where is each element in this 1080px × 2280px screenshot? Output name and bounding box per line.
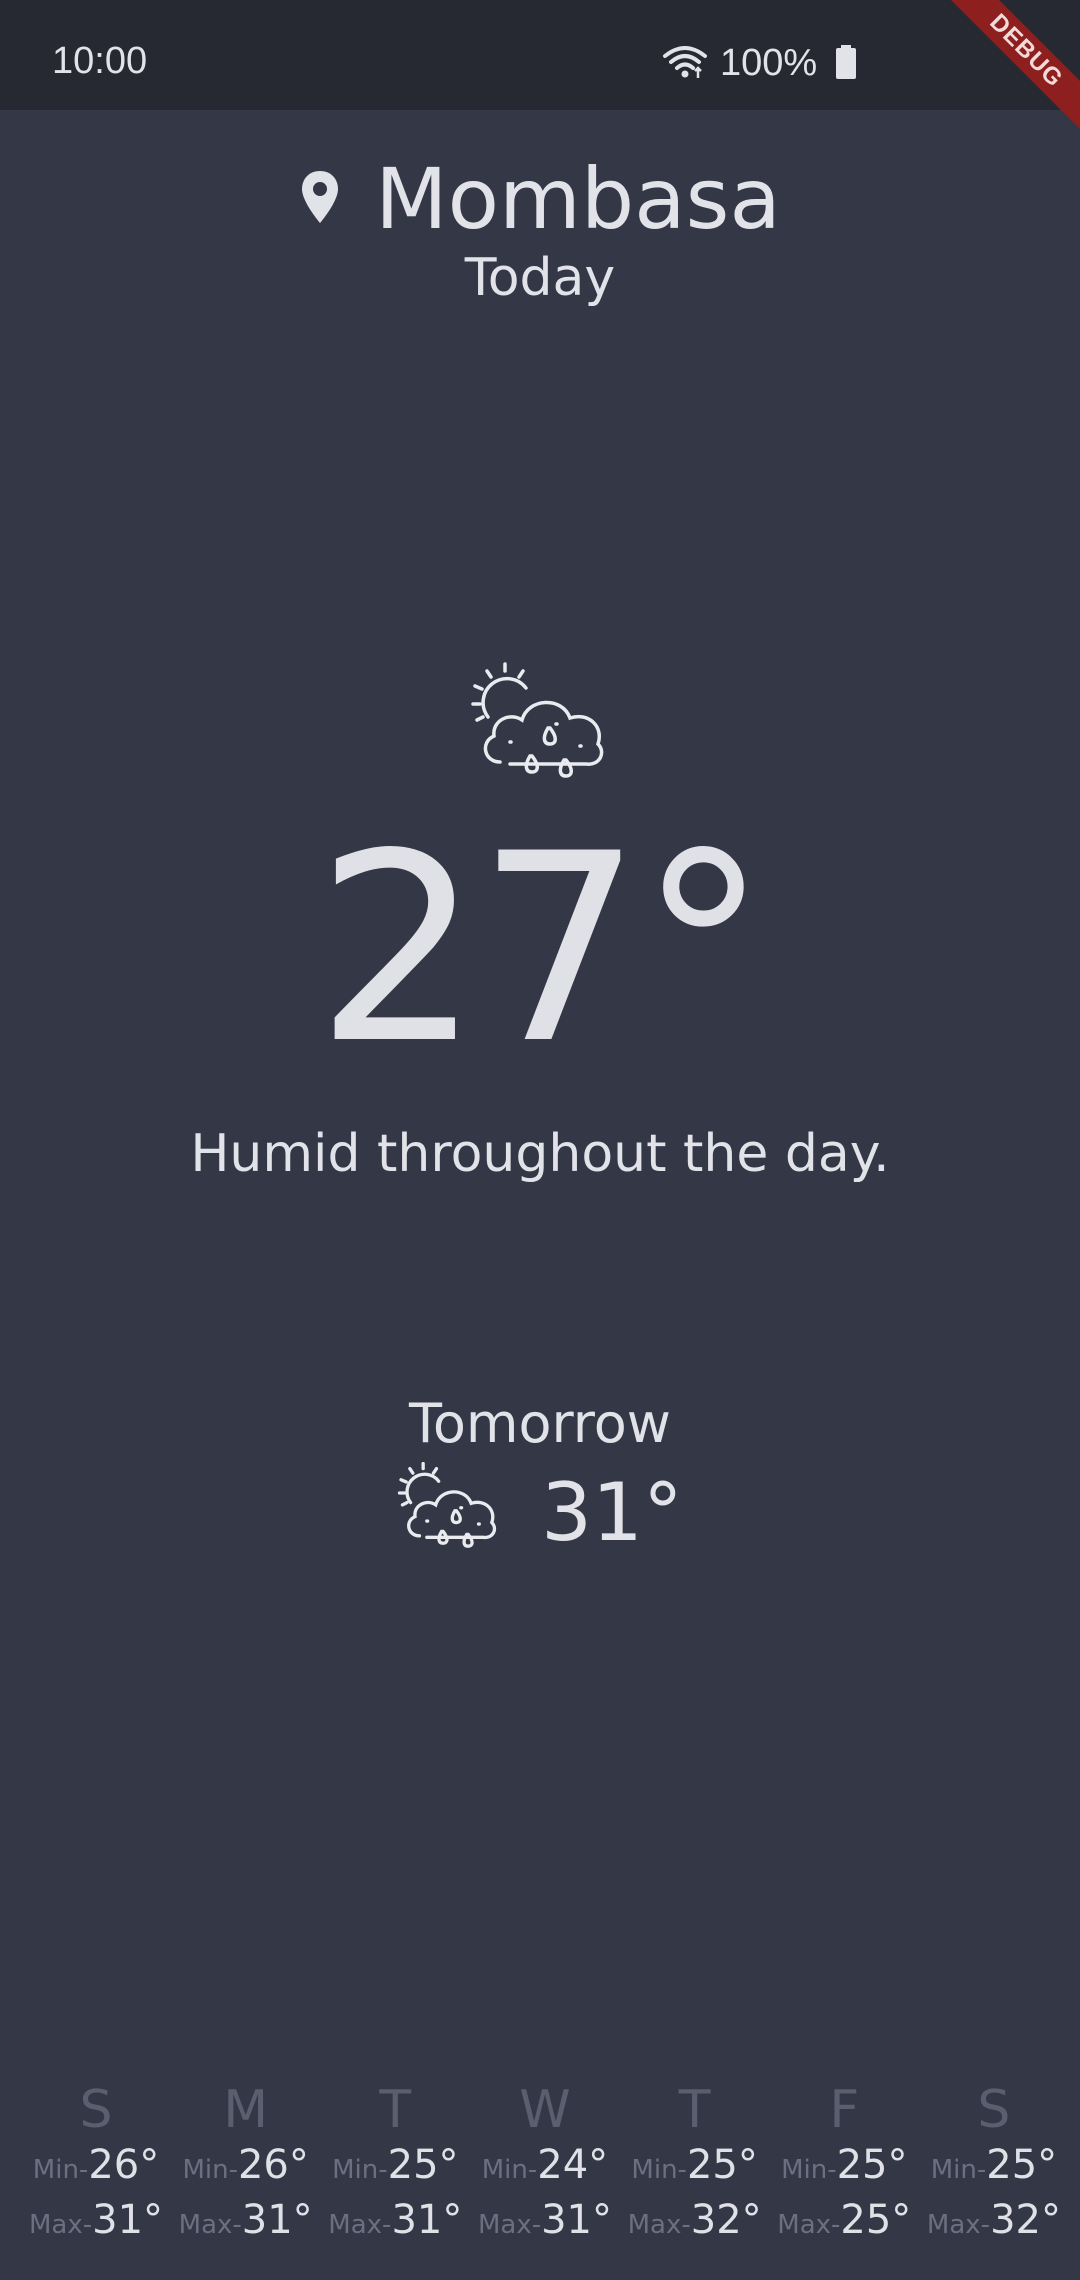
day-letter: S xyxy=(79,2080,113,2140)
city-name: Mombasa xyxy=(375,150,781,248)
max-label: Max- xyxy=(328,2210,392,2240)
min-temp-row: Min- 25° xyxy=(928,2140,1060,2195)
max-label: Max- xyxy=(28,2210,93,2240)
max-label: Max- xyxy=(926,2210,991,2240)
min-temp: 26° xyxy=(88,2142,160,2188)
min-temp-row: Min- 25° xyxy=(629,2140,761,2195)
min-temp-row: Min- 26° xyxy=(180,2140,312,2195)
max-label: Max- xyxy=(178,2210,242,2240)
day-letter: W xyxy=(519,2080,571,2140)
day-forecast[interactable]: F Min- 25° Max- 25° xyxy=(777,2080,912,2250)
day-forecast[interactable]: T Min- 25° Max- 32° xyxy=(627,2080,762,2250)
status-time: 10:00 xyxy=(52,40,148,82)
min-label: Min- xyxy=(781,2155,837,2185)
min-label: Min- xyxy=(631,2155,687,2185)
day-forecast[interactable]: S Min- 26° Max- 31° xyxy=(28,2080,164,2250)
min-temp-row: Min- 24° xyxy=(479,2140,611,2195)
max-temp-row: Max- 32° xyxy=(627,2195,762,2250)
max-temp-row: Max- 32° xyxy=(926,2195,1061,2250)
max-temp: 31° xyxy=(92,2197,164,2243)
max-temp: 31° xyxy=(541,2197,612,2243)
battery-icon xyxy=(835,44,857,83)
day-letter: T xyxy=(379,2080,412,2140)
min-label: Min- xyxy=(182,2155,238,2185)
min-temp-row: Min- 25° xyxy=(778,2140,910,2195)
min-label: Min- xyxy=(32,2155,89,2185)
max-temp: 31° xyxy=(391,2197,463,2243)
day-forecast[interactable]: W Min- 24° Max- 31° xyxy=(477,2080,612,2250)
location-pin-icon[interactable] xyxy=(299,169,341,229)
tomorrow-label: Tomorrow xyxy=(409,1392,671,1455)
day-forecast[interactable]: M Min- 26° Max- 31° xyxy=(178,2080,313,2250)
current-temperature: 27° xyxy=(315,799,769,1101)
max-label: Max- xyxy=(627,2210,691,2240)
day-forecast[interactable]: S Min- 25° Max- 32° xyxy=(926,2080,1061,2250)
min-temp-row: Min- 26° xyxy=(30,2140,162,2195)
wifi-icon xyxy=(662,44,708,84)
status-icons: 100% xyxy=(662,42,857,85)
max-temp: 31° xyxy=(241,2197,313,2243)
min-temp: 25° xyxy=(387,2142,459,2188)
min-label: Min- xyxy=(332,2155,388,2185)
day-letter: S xyxy=(977,2080,1011,2140)
max-temp: 32° xyxy=(690,2197,762,2243)
sun-cloud-rain-icon xyxy=(397,1461,501,1562)
max-label: Max- xyxy=(777,2210,841,2240)
weather-summary: Humid throughout the day. xyxy=(190,1124,890,1184)
max-temp-row: Max- 31° xyxy=(28,2195,164,2250)
min-temp: 25° xyxy=(836,2142,908,2188)
battery-percent: 100% xyxy=(720,42,818,84)
day-label: Today xyxy=(464,248,616,308)
min-temp: 25° xyxy=(986,2142,1058,2188)
min-temp: 24° xyxy=(537,2142,609,2188)
day-letter: M xyxy=(223,2080,269,2140)
min-temp: 26° xyxy=(237,2142,309,2188)
min-label: Min- xyxy=(481,2155,538,2185)
tomorrow-forecast: 31° xyxy=(0,1461,1080,1562)
max-temp: 32° xyxy=(990,2197,1061,2243)
min-temp: 25° xyxy=(686,2142,758,2188)
day-forecast[interactable]: T Min- 25° Max- 31° xyxy=(328,2080,463,2250)
day-letter: T xyxy=(678,2080,711,2140)
max-temp-row: Max- 31° xyxy=(178,2195,313,2250)
day-letter: F xyxy=(829,2080,860,2140)
min-temp-row: Min- 25° xyxy=(329,2140,461,2195)
location-header: Mombasa xyxy=(0,150,1080,248)
min-label: Min- xyxy=(930,2155,987,2185)
tomorrow-temperature: 31° xyxy=(541,1465,683,1559)
max-label: Max- xyxy=(477,2210,542,2240)
weekly-forecast: S Min- 26° Max- 31° M Min- 26° Max- 31° T Mi… xyxy=(28,2080,1061,2250)
sun-cloud-rain-icon xyxy=(470,662,610,792)
status-bar: 10:00 100% xyxy=(0,0,1080,110)
max-temp: 25° xyxy=(840,2197,912,2243)
max-temp-row: Max- 25° xyxy=(777,2195,912,2250)
max-temp-row: Max- 31° xyxy=(477,2195,612,2250)
max-temp-row: Max- 31° xyxy=(328,2195,463,2250)
